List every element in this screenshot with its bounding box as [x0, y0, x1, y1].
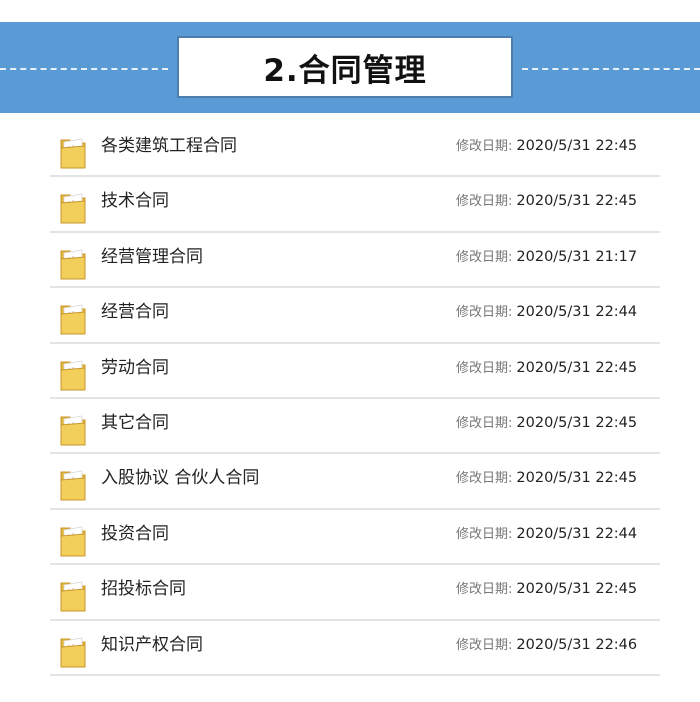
- folder-name: 其它合同: [101, 412, 169, 433]
- folder-row[interactable]: 其它合同 修改日期: 2020/5/31 22:45: [50, 399, 660, 455]
- folder-icon: [58, 356, 88, 392]
- folder-row[interactable]: 各类建筑工程合同 修改日期: 2020/5/31 22:45: [50, 122, 660, 178]
- modified-date-label: 修改日期:: [456, 249, 513, 265]
- modified-date-value: 2020/5/31 22:45: [516, 193, 638, 210]
- modified-date: 修改日期: 2020/5/31 22:45: [456, 578, 637, 597]
- modified-date: 修改日期: 2020/5/31 22:44: [456, 301, 637, 320]
- modified-date-value: 2020/5/31 22:44: [516, 525, 638, 542]
- modified-date-label: 修改日期:: [456, 305, 513, 321]
- folder-icon: [58, 245, 88, 281]
- modified-date: 修改日期: 2020/5/31 22:46: [456, 634, 637, 653]
- folder-row[interactable]: 经营合同 修改日期: 2020/5/31 22:44: [50, 288, 660, 344]
- folder-name: 投资合同: [101, 523, 169, 544]
- modified-date: 修改日期: 2020/5/31 21:17: [456, 246, 637, 265]
- modified-date-value: 2020/5/31 22:45: [516, 414, 638, 431]
- folder-name: 知识产权合同: [101, 634, 203, 655]
- modified-date-value: 2020/5/31 22:44: [516, 304, 638, 321]
- folder-row[interactable]: 经营管理合同 修改日期: 2020/5/31 21:17: [50, 233, 660, 289]
- decorative-dash-right: [522, 68, 700, 70]
- folder-name: 招投标合同: [101, 579, 186, 600]
- modified-date: 修改日期: 2020/5/31 22:45: [456, 190, 637, 209]
- folder-icon: [58, 577, 88, 613]
- modified-date-label: 修改日期:: [456, 471, 513, 487]
- modified-date-label: 修改日期:: [456, 139, 513, 154]
- modified-date-value: 2020/5/31 22:45: [516, 138, 638, 154]
- modified-date: 修改日期: 2020/5/31 22:45: [456, 135, 637, 154]
- modified-date-value: 2020/5/31 21:17: [516, 248, 638, 265]
- folder-icon: [58, 189, 88, 225]
- folder-icon: [58, 300, 88, 336]
- folder-row[interactable]: 劳动合同 修改日期: 2020/5/31 22:45: [50, 344, 660, 399]
- modified-date-value: 2020/5/31 22:46: [516, 636, 638, 653]
- folder-icon: [58, 466, 88, 502]
- modified-date-value: 2020/5/31 22:45: [516, 359, 638, 376]
- header-banner: 2.合同管理: [0, 22, 700, 113]
- folder-row[interactable]: 招投标合同 修改日期: 2020/5/31 22:45: [50, 565, 660, 621]
- folder-row[interactable]: 知识产权合同 修改日期: 2020/5/31 22:46: [50, 621, 660, 676]
- modified-date-value: 2020/5/31 22:45: [516, 470, 638, 487]
- folder-icon: [58, 633, 88, 669]
- folder-name: 技术合同: [101, 191, 169, 212]
- folder-name: 经营管理合同: [101, 246, 203, 267]
- modified-date-label: 修改日期:: [456, 360, 513, 376]
- modified-date-label: 修改日期:: [456, 637, 513, 653]
- modified-date-value: 2020/5/31 22:45: [516, 581, 638, 598]
- folder-icon: [58, 134, 88, 170]
- folder-name: 经营合同: [101, 302, 169, 323]
- folder-row[interactable]: 入股协议 合伙人合同 修改日期: 2020/5/31 22:45: [50, 454, 660, 510]
- folder-list: 各类建筑工程合同 修改日期: 2020/5/31 22:45 技术合同 修改日期: 202…: [50, 122, 660, 676]
- folder-row[interactable]: 技术合同 修改日期: 2020/5/31 22:45: [50, 177, 660, 233]
- modified-date-label: 修改日期:: [456, 194, 513, 210]
- folder-name: 劳动合同: [101, 357, 169, 378]
- folder-icon: [58, 411, 88, 447]
- folder-row[interactable]: 投资合同 修改日期: 2020/5/31 22:44: [50, 510, 660, 566]
- modified-date-label: 修改日期:: [456, 415, 513, 431]
- folder-icon: [58, 522, 88, 558]
- page-title: 2.合同管理: [263, 52, 427, 89]
- title-box: 2.合同管理: [177, 36, 513, 98]
- modified-date: 修改日期: 2020/5/31 22:45: [456, 357, 637, 376]
- modified-date: 修改日期: 2020/5/31 22:44: [456, 523, 637, 542]
- modified-date-label: 修改日期:: [456, 526, 513, 542]
- decorative-dash-left: [0, 68, 168, 70]
- modified-date: 修改日期: 2020/5/31 22:45: [456, 467, 637, 486]
- modified-date: 修改日期: 2020/5/31 22:45: [456, 412, 637, 431]
- folder-name: 入股协议 合伙人合同: [101, 468, 260, 489]
- folder-name: 各类建筑工程合同: [101, 136, 237, 156]
- modified-date-label: 修改日期:: [456, 582, 513, 598]
